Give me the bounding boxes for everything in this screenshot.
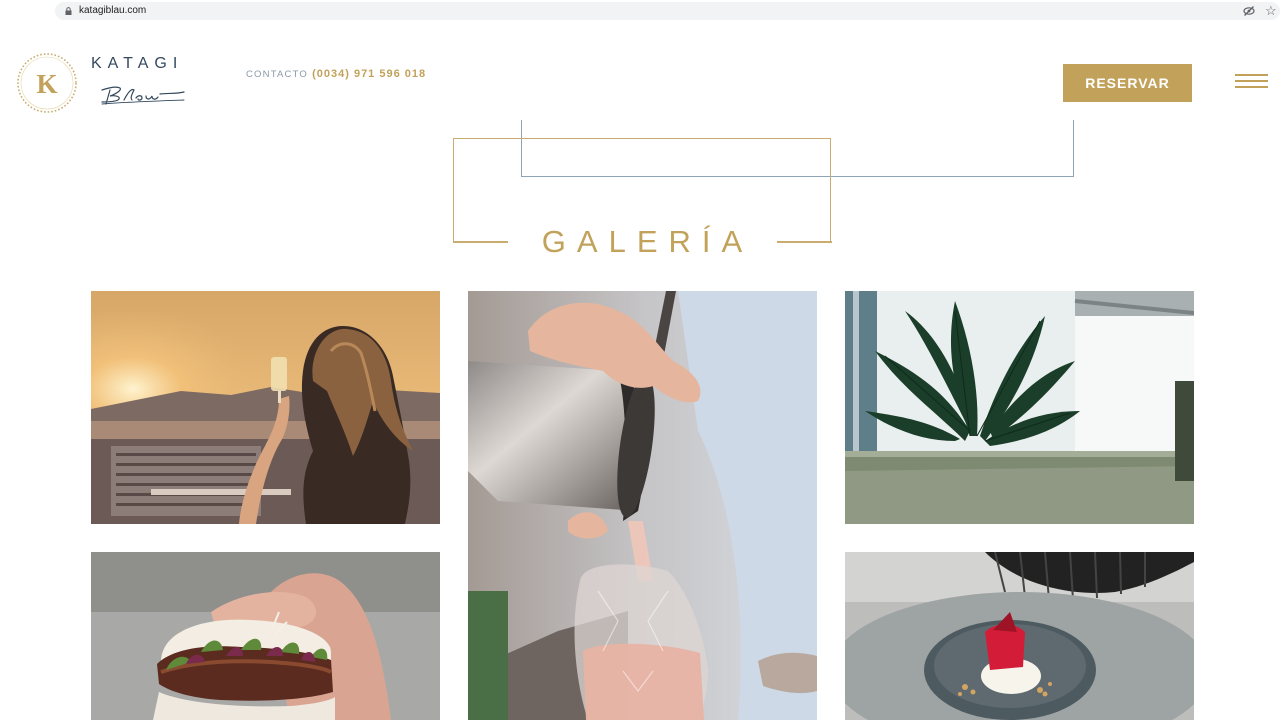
contact-phone-link[interactable]: (0034) 971 596 018 — [312, 68, 426, 80]
reserve-button[interactable]: RESERVAR — [1063, 64, 1192, 102]
gallery-image-cocktail-pour[interactable] — [468, 291, 817, 720]
gallery-image-bao-bun[interactable] — [91, 552, 440, 720]
star-icon[interactable]: ☆ — [1265, 3, 1277, 19]
gallery-image-palm-leaves[interactable] — [845, 291, 1194, 524]
contact-label: CONTACTO — [246, 69, 309, 80]
logo-icon[interactable]: K — [16, 52, 78, 114]
browser-bar: katagiblau.com ☆ — [0, 0, 1280, 22]
decorative-line-right — [777, 241, 832, 243]
gallery-image-dessert[interactable] — [845, 552, 1194, 720]
decorative-line-left — [453, 241, 508, 243]
hamburger-menu-icon[interactable] — [1235, 74, 1268, 89]
logo-letter: K — [36, 69, 57, 99]
address-bar[interactable]: katagiblau.com ☆ — [55, 2, 1280, 20]
contact-info: CONTACTO (0034) 971 596 018 — [246, 68, 426, 80]
brand-name: KATAGI — [91, 55, 184, 72]
lock-icon — [65, 7, 72, 15]
eye-off-icon[interactable] — [1243, 5, 1255, 17]
brand-script-logo — [101, 86, 185, 105]
gallery-title: GALERÍA — [541, 224, 754, 259]
url-text[interactable]: katagiblau.com — [79, 5, 146, 16]
gallery-image-woman-sunset[interactable] — [91, 291, 440, 524]
